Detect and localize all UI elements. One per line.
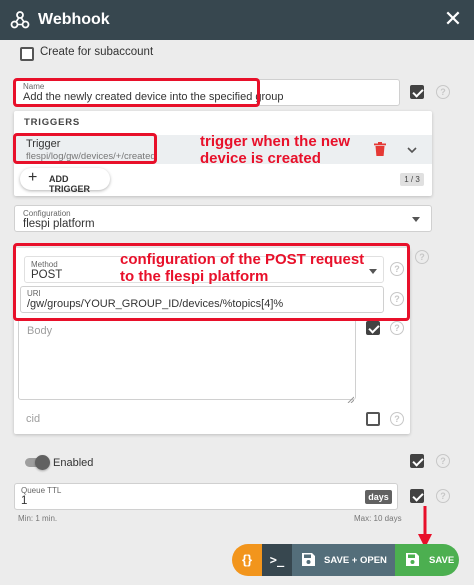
- trigger-highlight-box: [13, 133, 157, 164]
- body-checkbox[interactable]: [366, 321, 380, 335]
- floppy-icon: [406, 553, 419, 566]
- resize-handle-icon[interactable]: [346, 390, 355, 404]
- name-help-icon[interactable]: ?: [436, 85, 450, 99]
- enabled-toggle[interactable]: [25, 455, 50, 470]
- cid-label: cid: [26, 413, 41, 425]
- trigger-annotation: trigger when the new device is created: [200, 133, 440, 167]
- cid-help-icon[interactable]: ?: [390, 412, 404, 426]
- enabled-label: Enabled: [53, 457, 94, 469]
- cid-checkbox[interactable]: [366, 412, 380, 426]
- triggers-heading: TRIGGERS: [24, 117, 81, 128]
- close-icon[interactable]: ✕: [440, 6, 466, 32]
- queue-ttl-field[interactable]: Queue TTL 1 days: [14, 483, 398, 510]
- config-annotation-line2: to the flespi platform: [120, 268, 269, 285]
- queue-ttl-max: Max: 10 days: [354, 514, 402, 523]
- floppy-icon: [302, 553, 315, 566]
- code-button[interactable]: {}: [232, 544, 262, 576]
- config-annotation-line1: configuration of the POST request: [120, 251, 365, 268]
- save-open-label: SAVE + OPEN: [324, 555, 387, 566]
- app-header: Webhook ✕: [0, 0, 474, 40]
- subaccount-checkbox[interactable]: [20, 47, 34, 61]
- trigger-pager: 1 / 3: [400, 173, 424, 186]
- queue-ttl-min: Min: 1 min.: [18, 514, 58, 523]
- save-open-button[interactable]: SAVE + OPEN: [292, 544, 395, 576]
- arrow-down-icon: [418, 506, 432, 548]
- body-textarea[interactable]: Body: [18, 318, 356, 404]
- queue-ttl-unit[interactable]: days: [365, 490, 392, 504]
- webhook-icon: [10, 10, 30, 30]
- configuration-label: Configuration: [23, 209, 71, 218]
- configuration-value: flespi platform: [23, 218, 95, 230]
- caret-down-icon: [412, 217, 420, 222]
- body-placeholder: Body: [27, 325, 53, 337]
- trigger-annotation-line1: trigger when the new: [200, 133, 351, 150]
- queue-ttl-label: Queue TTL: [21, 486, 62, 495]
- enabled-help-icon[interactable]: ?: [436, 454, 450, 468]
- trigger-annotation-line2: device is created: [200, 150, 321, 167]
- queue-ttl-help-icon[interactable]: ?: [436, 489, 450, 503]
- config-annotation: configuration of the POST request to the…: [120, 251, 405, 285]
- name-checkbox[interactable]: [410, 85, 424, 99]
- save-label: SAVE: [429, 555, 455, 566]
- plus-icon: +: [28, 169, 38, 186]
- queue-ttl-checkbox[interactable]: [410, 489, 424, 503]
- subaccount-label: Create for subaccount: [40, 46, 154, 58]
- add-trigger-label: ADD TRIGGER: [49, 174, 91, 194]
- terminal-button[interactable]: >_: [262, 544, 292, 576]
- configuration-select[interactable]: Configuration flespi platform: [14, 205, 432, 232]
- queue-ttl-value: 1: [21, 495, 28, 507]
- body-help-icon[interactable]: ?: [390, 321, 404, 335]
- add-trigger-button[interactable]: + ADD TRIGGER: [20, 168, 110, 194]
- enabled-checkbox[interactable]: [410, 454, 424, 468]
- save-button[interactable]: SAVE: [395, 544, 459, 576]
- config-help-icon[interactable]: ?: [415, 250, 429, 264]
- name-highlight-box: [13, 78, 260, 107]
- page-title: Webhook: [38, 11, 110, 28]
